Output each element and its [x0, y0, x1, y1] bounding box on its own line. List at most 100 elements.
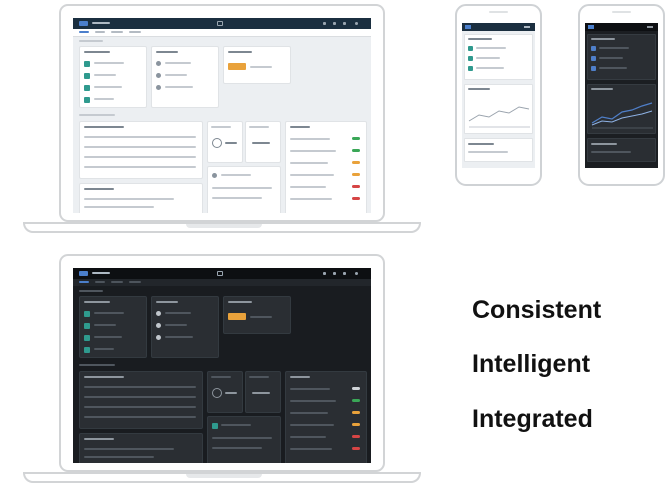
phone-list-card	[464, 138, 533, 162]
card-title	[84, 51, 110, 53]
status-item	[290, 198, 332, 200]
list-item	[84, 198, 174, 200]
clock-icon	[212, 388, 222, 398]
tile-text	[221, 424, 251, 426]
task-icon	[468, 56, 473, 61]
phone-speaker	[612, 11, 631, 13]
phone-dark-theme	[578, 4, 665, 186]
card-tasks	[79, 46, 147, 108]
table-panel	[79, 121, 203, 179]
tile-value	[225, 142, 237, 144]
clock-icon	[212, 138, 222, 148]
tile-metric	[207, 371, 243, 413]
table-row	[84, 166, 196, 168]
status-item	[290, 412, 328, 414]
table-row	[84, 416, 196, 418]
tile-text	[212, 197, 262, 199]
shell-bar	[73, 18, 371, 29]
status-badge	[352, 161, 360, 164]
card-title	[591, 38, 615, 40]
card-people	[151, 296, 219, 358]
search-icon	[323, 272, 326, 275]
status-badge	[352, 435, 360, 438]
list-item	[591, 151, 631, 153]
status-item	[290, 436, 326, 438]
tile-text	[212, 437, 272, 439]
tab-third	[111, 281, 123, 283]
status-title	[290, 376, 310, 378]
card-title	[84, 301, 110, 303]
person-text	[165, 336, 193, 338]
tab-bar	[73, 29, 371, 37]
avatar	[156, 61, 161, 66]
card-title	[156, 51, 178, 53]
table-row	[84, 396, 196, 398]
menu-icon	[524, 26, 530, 28]
task-text	[476, 57, 500, 59]
table-panel	[79, 371, 203, 429]
list-item	[84, 206, 154, 208]
status-item	[290, 138, 330, 140]
table-header	[84, 136, 196, 138]
status-title	[290, 126, 310, 128]
task-icon	[468, 66, 473, 71]
task-icon	[84, 61, 90, 67]
person-text	[165, 62, 191, 64]
tile-text	[212, 447, 262, 449]
phone-shell-bar	[585, 23, 658, 31]
section-heading	[79, 364, 115, 366]
logo-icon	[79, 21, 88, 26]
task-icon	[84, 85, 90, 91]
trend-chart	[468, 106, 530, 128]
trend-chart	[591, 102, 653, 129]
status-item	[290, 448, 332, 450]
card-tasks	[79, 296, 147, 358]
task-text	[476, 47, 506, 49]
laptop-notch	[186, 224, 262, 228]
kpi-text	[250, 66, 272, 68]
tab-third	[111, 31, 123, 33]
card-title	[468, 143, 494, 145]
task-text	[94, 62, 124, 64]
status-badge	[352, 423, 360, 426]
person-text	[165, 324, 187, 326]
status-item	[290, 400, 336, 402]
person-text	[165, 74, 187, 76]
task-text	[94, 348, 114, 350]
task-icon	[591, 66, 596, 71]
table-title	[84, 126, 124, 128]
status-badge	[352, 185, 360, 188]
phone-screen-dark	[585, 23, 658, 168]
table-row	[84, 156, 196, 158]
logo-icon	[465, 25, 471, 29]
tile-title	[211, 126, 231, 128]
notification-icon	[333, 272, 336, 275]
status-item	[290, 424, 334, 426]
task-icon	[84, 347, 90, 353]
kpi-value	[228, 313, 246, 320]
kpi-text	[250, 316, 272, 318]
task-text	[476, 67, 504, 69]
menu-icon	[647, 26, 653, 28]
laptop-notch	[186, 474, 262, 478]
tile-value	[252, 392, 270, 394]
task-text	[94, 74, 116, 76]
search-icon	[323, 22, 326, 25]
table-title	[84, 376, 124, 378]
tile-value	[225, 392, 237, 394]
keyword-consistent: Consistent	[472, 296, 602, 324]
shell-title	[92, 272, 110, 274]
section-heading	[79, 114, 115, 116]
tile-title	[249, 126, 269, 128]
phone-list-card	[587, 138, 656, 162]
status-badge	[352, 411, 360, 414]
list-panel	[79, 183, 203, 213]
avatar	[156, 73, 161, 78]
settings-icon	[343, 272, 346, 275]
tile-title	[211, 376, 231, 378]
status-item	[290, 174, 334, 176]
task-text	[94, 98, 114, 100]
task-text	[94, 312, 124, 314]
list-item	[468, 151, 508, 153]
user-icon	[355, 22, 358, 25]
